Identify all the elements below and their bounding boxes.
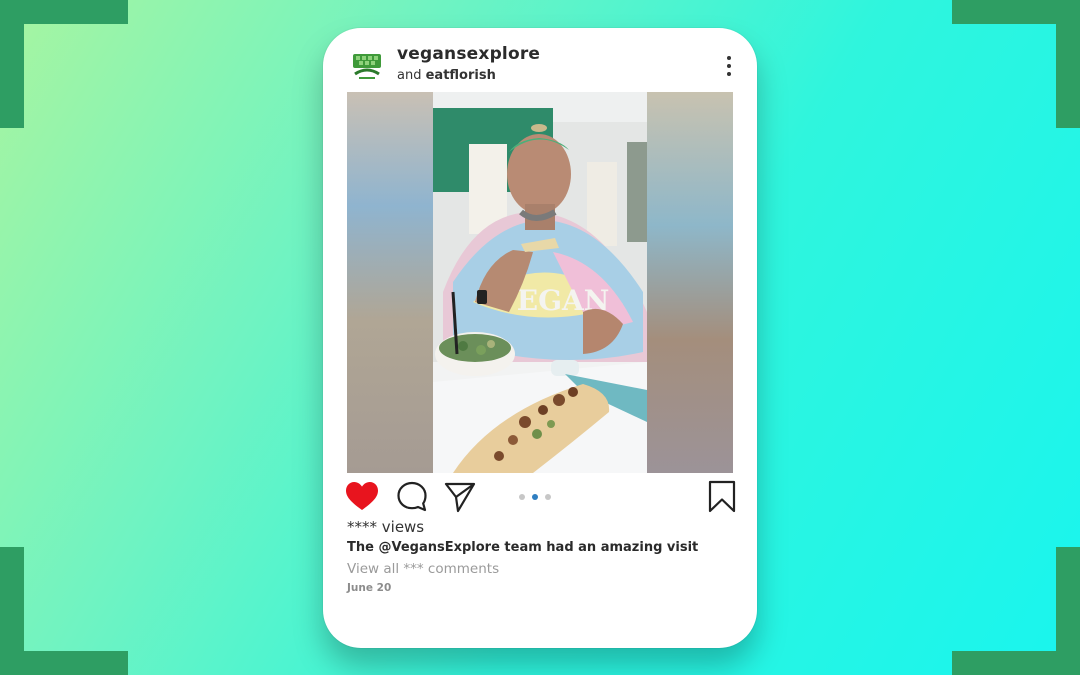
avatar[interactable] — [347, 46, 387, 86]
post-photo: VEGAN — [433, 92, 647, 473]
corner-bracket-bottom-right — [952, 547, 1080, 675]
vegans-explore-logo — [353, 54, 381, 79]
carousel-dot-2[interactable] — [532, 494, 538, 500]
bookmark-icon[interactable] — [707, 480, 737, 514]
views-count: **** views — [347, 518, 425, 536]
view-all-comments-link[interactable]: View all *** comments — [347, 561, 499, 577]
carousel-dot-3[interactable] — [545, 494, 551, 500]
post-card: vegansexplore and eatflorish VEGAN **** … — [323, 28, 757, 648]
carousel-indicator — [519, 494, 551, 500]
blurred-backdrop-left — [347, 92, 433, 473]
username[interactable]: vegansexplore — [397, 44, 540, 64]
blurred-backdrop-right — [647, 92, 733, 473]
more-vertical-icon[interactable] — [721, 54, 737, 78]
corner-bracket-bottom-left — [0, 547, 128, 675]
collab-username[interactable]: eatflorish — [426, 68, 496, 83]
collab-line: and eatflorish — [397, 68, 496, 83]
post-media[interactable]: VEGAN — [347, 92, 733, 473]
action-bar — [345, 480, 737, 514]
comment-bubble-icon[interactable] — [395, 480, 429, 514]
corner-bracket-top-right — [952, 0, 1080, 128]
post-date: June 20 — [347, 582, 392, 594]
post-caption: The @VegansExplore team had an amazing v… — [347, 540, 699, 555]
carousel-dot-1[interactable] — [519, 494, 525, 500]
heart-icon[interactable] — [345, 480, 379, 514]
corner-bracket-top-left — [0, 0, 128, 128]
collab-prefix: and — [397, 68, 422, 83]
photo-man-eating-pizza: VEGAN — [433, 92, 647, 473]
paper-plane-icon[interactable] — [443, 480, 477, 514]
